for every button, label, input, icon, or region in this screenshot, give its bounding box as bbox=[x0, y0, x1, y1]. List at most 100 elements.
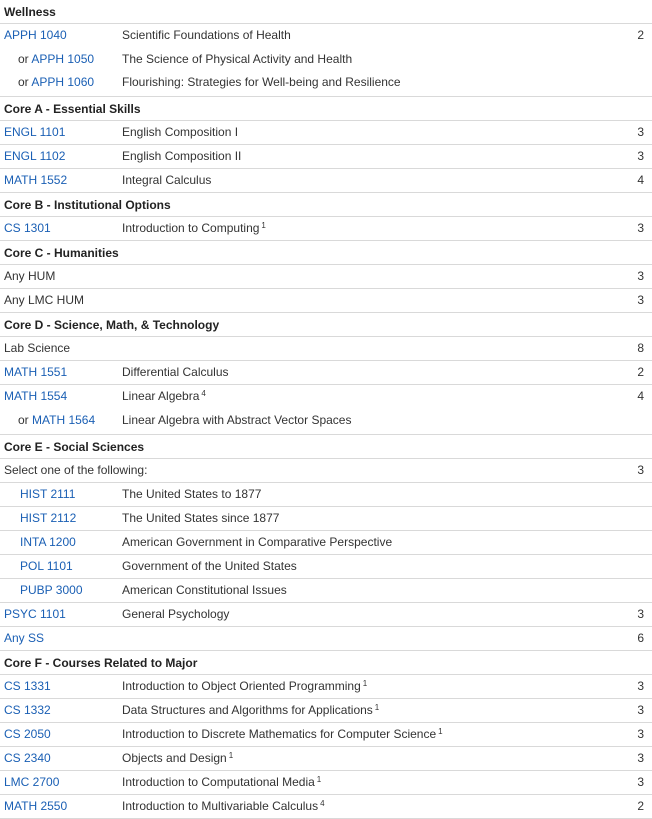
course-code-link[interactable]: PUBP 3000 bbox=[20, 583, 83, 597]
course-code-link[interactable]: HIST 2112 bbox=[20, 511, 76, 525]
course-title: Introduction to Computing 1 bbox=[122, 217, 266, 240]
table-row: Any SS 6 bbox=[0, 627, 652, 651]
course-line: INTA 1200 American Government in Comparat… bbox=[0, 531, 652, 554]
table-row: LMC 2700 Introduction to Computational Me… bbox=[0, 771, 652, 795]
course-line: CS 1331 Introduction to Object Oriented P… bbox=[0, 675, 652, 698]
course-code-cell: HIST 2111 bbox=[20, 483, 75, 506]
course-code-cell: Any HUM bbox=[4, 265, 55, 288]
course-title-text: English Composition II bbox=[122, 149, 242, 163]
course-code-link[interactable]: Any SS bbox=[4, 631, 44, 645]
credit-hours: 6 bbox=[637, 631, 644, 645]
footnote-marker: 1 bbox=[362, 679, 368, 688]
table-row: MATH 1551 Differential Calculus 2 bbox=[0, 361, 652, 385]
course-title-text: Introduction to Discrete Mathematics for… bbox=[122, 727, 437, 741]
course-line: MATH 1554 Linear Algebra 4 4 bbox=[0, 385, 652, 409]
course-title-text: Flourishing: Strategies for Well-being a… bbox=[122, 75, 401, 89]
course-code-cell: MATH 1554 bbox=[4, 385, 67, 408]
course-code-cell: APPH 1040 bbox=[4, 24, 67, 47]
footnote-marker: 4 bbox=[320, 799, 325, 808]
course-code-link[interactable]: ENGL 1102 bbox=[4, 149, 65, 163]
course-title-text: Differential Calculus bbox=[122, 365, 229, 379]
table-row: CS 1301 Introduction to Computing 1 3 bbox=[0, 217, 652, 241]
course-title-text: American Government in Comparative Persp… bbox=[122, 535, 393, 549]
credit-hours: 4 bbox=[637, 389, 644, 403]
course-code-link[interactable]: MATH 1552 bbox=[4, 173, 67, 187]
course-code-link[interactable]: APPH 1060 bbox=[31, 75, 94, 89]
course-code-link[interactable]: PSYC 1101 bbox=[4, 607, 66, 621]
section-header: Wellness bbox=[0, 0, 652, 24]
table-row: CS 2050 Introduction to Discrete Mathemat… bbox=[0, 723, 652, 747]
course-code-cell: CS 2340 bbox=[4, 747, 51, 770]
course-code-cell: MATH 2550 bbox=[4, 795, 67, 818]
course-title: Differential Calculus bbox=[122, 361, 229, 384]
section-header: Core F - Courses Related to Major bbox=[0, 651, 652, 675]
course-title: The United States to 1877 bbox=[122, 483, 261, 506]
section-header: Core C - Humanities bbox=[0, 241, 652, 265]
credit-hours: 3 bbox=[637, 149, 644, 163]
course-code-link[interactable]: INTA 1200 bbox=[20, 535, 76, 549]
course-code-link[interactable]: CS 2340 bbox=[4, 751, 51, 765]
credit-hours: 3 bbox=[637, 727, 644, 741]
course-line: ENGL 1102 English Composition II 3 bbox=[0, 145, 652, 168]
footnote-marker: 1 bbox=[316, 775, 322, 784]
course-title: Scientific Foundations of Health bbox=[122, 24, 291, 47]
credit-hours: 3 bbox=[637, 221, 644, 235]
course-line: Select one of the following: 3 bbox=[0, 459, 652, 482]
course-line: HIST 2112 The United States since 1877 bbox=[0, 507, 652, 530]
course-title: English Composition II bbox=[122, 145, 241, 168]
course-code-link[interactable]: CS 1331 bbox=[4, 679, 51, 693]
table-row: PSYC 1101 General Psychology 3 bbox=[0, 603, 652, 627]
table-row: MATH 1554 Linear Algebra 4 4 or MATH 1564 Lin… bbox=[0, 385, 652, 435]
course-line: POL 1101 Government of the United States bbox=[0, 555, 652, 578]
table-row: HIST 2111 The United States to 1877 bbox=[0, 483, 652, 507]
footnote-marker: 1 bbox=[228, 751, 234, 760]
course-code-link[interactable]: HIST 2111 bbox=[20, 487, 75, 501]
course-code-link[interactable]: ENGL 1101 bbox=[4, 125, 65, 139]
credit-hours: 8 bbox=[637, 341, 644, 355]
course-code-link[interactable]: MATH 2550 bbox=[4, 799, 67, 813]
course-code-cell: MATH 1552 bbox=[4, 169, 67, 192]
course-code-link[interactable]: LMC 2700 bbox=[4, 775, 59, 789]
course-code-link[interactable]: CS 1301 bbox=[4, 221, 51, 235]
course-code-cell: MATH 1551 bbox=[4, 361, 67, 384]
credit-hours: 3 bbox=[637, 269, 644, 283]
footnote-marker: 1 bbox=[261, 221, 266, 230]
course-title: General Psychology bbox=[122, 603, 229, 626]
course-title-text: The United States since 1877 bbox=[122, 511, 280, 525]
table-row: MATH 1552 Integral Calculus 4 bbox=[0, 169, 652, 193]
course-requirements-table: Wellness APPH 1040 Scientific Foundations … bbox=[0, 0, 652, 819]
course-code-link[interactable]: POL 1101 bbox=[20, 559, 73, 573]
course-code-cell: or APPH 1050 bbox=[18, 48, 94, 71]
table-row: Lab Science 8 bbox=[0, 337, 652, 361]
course-code-cell: CS 1331 bbox=[4, 675, 51, 698]
course-code-link[interactable]: MATH 1564 bbox=[32, 413, 95, 427]
course-code-cell: ENGL 1101 bbox=[4, 121, 65, 144]
course-line: MATH 2550 Introduction to Multivariable C… bbox=[0, 795, 652, 818]
table-row: CS 1331 Introduction to Object Oriented P… bbox=[0, 675, 652, 699]
course-title-text: Introduction to Computational Media bbox=[122, 775, 315, 789]
course-title: English Composition I bbox=[122, 121, 238, 144]
course-line: CS 2340 Objects and Design 1 3 bbox=[0, 747, 652, 770]
course-line: Any SS 6 bbox=[0, 627, 652, 650]
course-line: Any HUM 3 bbox=[0, 265, 652, 288]
course-code-cell: CS 1332 bbox=[4, 699, 51, 722]
course-code-cell: POL 1101 bbox=[20, 555, 73, 578]
course-code-link[interactable]: CS 2050 bbox=[4, 727, 51, 741]
credit-hours: 4 bbox=[637, 173, 644, 187]
table-row: Select one of the following: 3 bbox=[0, 459, 652, 483]
course-code-link[interactable]: MATH 1551 bbox=[4, 365, 67, 379]
or-label: or bbox=[18, 75, 32, 89]
credit-hours: 3 bbox=[637, 703, 644, 717]
course-line: Lab Science 8 bbox=[0, 337, 652, 360]
course-code-link[interactable]: MATH 1554 bbox=[4, 389, 67, 403]
footnote-marker: 4 bbox=[201, 389, 206, 398]
course-code-link[interactable]: APPH 1050 bbox=[31, 52, 94, 66]
course-code-cell: Lab Science bbox=[4, 337, 70, 360]
course-code-link[interactable]: APPH 1040 bbox=[4, 28, 67, 42]
course-code-cell: PSYC 1101 bbox=[4, 603, 66, 626]
course-code-link[interactable]: CS 1332 bbox=[4, 703, 51, 717]
course-title-text: Introduction to Multivariable Calculus bbox=[122, 799, 319, 813]
course-title-text: Introduction to Computing bbox=[122, 221, 260, 235]
course-title: Introduction to Discrete Mathematics for… bbox=[122, 723, 443, 746]
course-code-cell: ENGL 1102 bbox=[4, 145, 65, 168]
